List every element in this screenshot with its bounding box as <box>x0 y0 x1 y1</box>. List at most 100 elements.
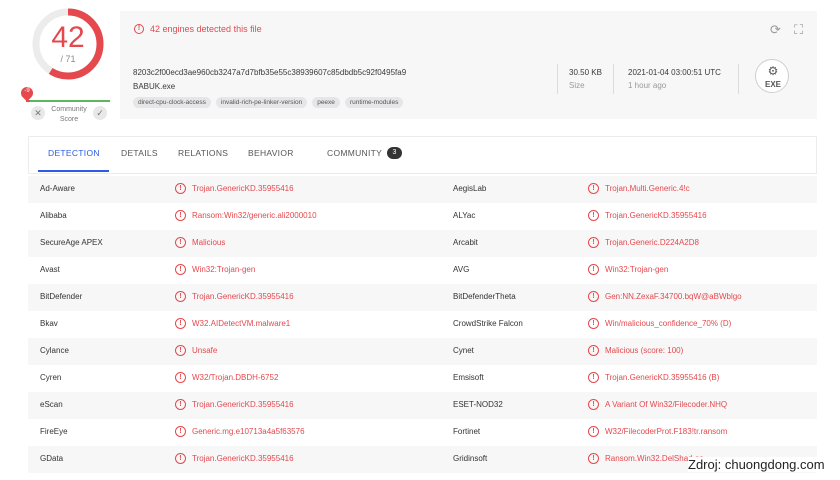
detection-alert: ! 42 engines detected this file <box>134 22 262 36</box>
engine-result[interactable]: Generic.mg.e10713a4a5f63576 <box>192 427 305 436</box>
engine-name: Alibaba <box>40 211 67 220</box>
engine-name: Fortinet <box>453 427 481 436</box>
community-score-bar <box>26 100 110 102</box>
reanalyze-icon[interactable]: ⟳ <box>770 22 781 38</box>
alert-icon: ! <box>175 237 186 248</box>
alert-icon: ! <box>175 210 186 221</box>
check-icon: ✓ <box>96 108 104 118</box>
source-credit: Zdroj: chuongdong.com <box>688 457 825 472</box>
engine-result[interactable]: Unsafe <box>192 346 217 355</box>
engine-name: Ad-Aware <box>40 184 75 193</box>
alert-icon: ! <box>588 264 599 275</box>
community-label-line2: Score <box>59 116 79 123</box>
community-count-badge: 3 <box>387 147 402 159</box>
alert-icon: ! <box>588 453 599 464</box>
engine-result[interactable]: Trojan.GenericKD.35955416 <box>192 184 294 193</box>
table-row: Bkav! W32.AIDetectVM.malware1 CrowdStrike … <box>28 311 817 338</box>
table-row: FireEye! Generic.mg.e10713a4a5f63576 Forti… <box>28 419 817 446</box>
tag[interactable]: invalid-rich-pe-linker-version <box>215 97 308 108</box>
alert-icon: ! <box>175 345 186 356</box>
engine-result[interactable]: Win32:Trojan-gen <box>605 265 668 274</box>
engine-name: ALYac <box>453 211 476 220</box>
score-total: / 71 <box>60 54 76 64</box>
alert-icon: ! <box>134 24 144 34</box>
table-row: Cylance! Unsafe Cynet! Malicious (score: 10… <box>28 338 817 365</box>
detection-score: 42 / 71 <box>30 6 106 82</box>
engine-result[interactable]: Win/malicious_confidence_70% (D) <box>605 319 731 328</box>
engine-result[interactable]: Trojan.GenericKD.35955416 <box>605 211 707 220</box>
engine-name: BitDefenderTheta <box>453 292 516 301</box>
tag[interactable]: runtime-modules <box>344 97 404 108</box>
engine-name: Arcabit <box>453 238 478 247</box>
file-type-label: EXE <box>764 80 781 89</box>
alert-icon: ! <box>175 399 186 410</box>
engine-name: Cyren <box>40 373 62 382</box>
file-hash[interactable]: 8203c2f00ecd3ae960cb3247a7d7bfb35e55c389… <box>133 68 406 77</box>
alert-icon: ! <box>588 183 599 194</box>
tab-behavior[interactable]: BEHAVIOR <box>248 148 294 158</box>
table-row: Alibaba! Ransom:Win32/generic.ali2000010 A… <box>28 203 817 230</box>
engine-result[interactable]: Trojan.GenericKD.35955416 <box>192 292 294 301</box>
divider <box>738 64 739 94</box>
engine-name: AegisLab <box>453 184 487 193</box>
alert-icon: ! <box>588 345 599 356</box>
score-detected: 42 <box>51 21 85 54</box>
alert-icon: ! <box>175 372 186 383</box>
file-type-icon: ⚙ <box>767 64 779 78</box>
alert-icon: ! <box>588 237 599 248</box>
tab-relations[interactable]: RELATIONS <box>178 148 228 158</box>
engine-result[interactable]: Trojan.GenericKD.35955416 <box>192 400 294 409</box>
tag[interactable]: peexe <box>312 97 340 108</box>
engine-result[interactable]: Trojan.GenericKD.35955416 (B) <box>605 373 719 382</box>
engine-result[interactable]: A Variant Of Win32/Filecoder.NHQ <box>605 400 727 409</box>
community-score-value: -9 <box>24 88 30 94</box>
alert-icon: ! <box>588 318 599 329</box>
detection-alert-text: 42 engines detected this file <box>150 24 262 34</box>
engine-result[interactable]: W32/FilecoderProt.F183!tr.ransom <box>605 427 727 436</box>
alert-icon: ! <box>588 372 599 383</box>
table-row: Ad-Aware! Trojan.GenericKD.35955416 AegisL… <box>28 176 817 203</box>
engine-result[interactable]: Ransom:Win32/generic.ali2000010 <box>192 211 317 220</box>
file-size-value: 30.50 KB <box>569 68 602 77</box>
engine-result[interactable]: W32.AIDetectVM.malware1 <box>192 319 290 328</box>
alert-icon: ! <box>588 210 599 221</box>
engine-name: Avast <box>40 265 60 274</box>
alert-icon: ! <box>175 264 186 275</box>
alert-icon: ! <box>175 183 186 194</box>
community-score-label: Community Score <box>46 105 92 125</box>
engine-result[interactable]: W32/Trojan.DBDH-6752 <box>192 373 278 382</box>
tab-community[interactable]: COMMUNITY <box>327 148 382 158</box>
engine-result[interactable]: Trojan.Generic.D224A2D8 <box>605 238 699 247</box>
engine-name: Cylance <box>40 346 69 355</box>
x-icon: ✕ <box>34 108 42 118</box>
table-row: BitDefender! Trojan.GenericKD.35955416 Bit… <box>28 284 817 311</box>
community-vote-down-button[interactable]: ✕ <box>31 106 45 120</box>
tab-detection-underline <box>38 170 109 172</box>
engine-name: BitDefender <box>40 292 83 301</box>
divider <box>557 64 558 94</box>
engine-result[interactable]: Trojan.Multi.Generic.4!c <box>605 184 690 193</box>
tab-details[interactable]: DETAILS <box>121 148 158 158</box>
engine-result[interactable]: Gen:NN.ZexaF.34700.bqW@aBWblgo <box>605 292 742 301</box>
alert-icon: ! <box>588 399 599 410</box>
analysis-date-value: 2021-01-04 03:00:51 UTC <box>628 68 721 77</box>
engine-result[interactable]: Malicious (score: 100) <box>605 346 683 355</box>
engine-result[interactable]: Malicious <box>192 238 225 247</box>
divider <box>613 64 614 94</box>
engine-result[interactable]: Trojan.GenericKD.35955416 <box>192 454 294 463</box>
table-row: eScan! Trojan.GenericKD.35955416 ESET-NOD3… <box>28 392 817 419</box>
tab-detection[interactable]: DETECTION <box>48 148 100 158</box>
similar-files-icon[interactable]: ⛶ <box>794 22 803 38</box>
table-row: Cyren! W32/Trojan.DBDH-6752 Emsisoft! Troja… <box>28 365 817 392</box>
alert-icon: ! <box>588 291 599 302</box>
engine-name: Emsisoft <box>453 373 484 382</box>
engine-name: GData <box>40 454 64 463</box>
file-size-label: Size <box>569 81 585 90</box>
engine-name: SecureAge APEX <box>40 238 103 247</box>
engine-name: Bkav <box>40 319 58 328</box>
tag[interactable]: direct-cpu-clock-access <box>133 97 211 108</box>
engine-result[interactable]: Win32:Trojan-gen <box>192 265 255 274</box>
alert-icon: ! <box>175 291 186 302</box>
community-vote-up-button[interactable]: ✓ <box>93 106 107 120</box>
engine-name: Cynet <box>453 346 474 355</box>
